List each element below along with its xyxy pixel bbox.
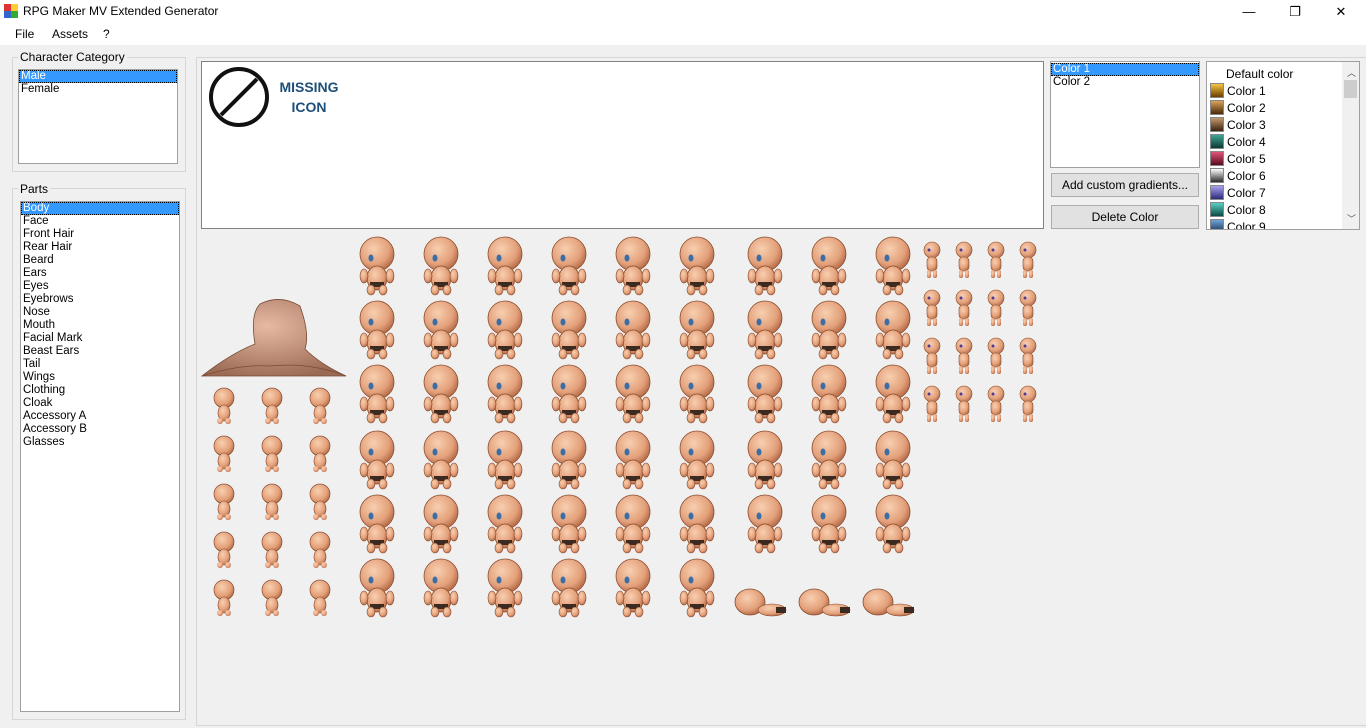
sprite-sheet-area [200, 236, 1037, 618]
character-category-title: Character Category [18, 50, 127, 64]
icon-preview-panel: MISSING ICON [201, 61, 1044, 229]
palette-list[interactable]: Default color Color 1 Color 2 Color 3 Color… [1206, 61, 1360, 230]
parts-item[interactable]: Accessory A [21, 410, 179, 423]
color-swatch [1210, 134, 1224, 149]
close-button[interactable]: ✕ [1318, 0, 1364, 23]
palette-color-item[interactable]: Color 3 [1207, 116, 1343, 133]
category-item[interactable]: Male [19, 70, 177, 83]
menu-bar: File Assets ? [0, 23, 1366, 45]
parts-item[interactable]: Tail [21, 358, 179, 371]
restore-icon: ❐ [1289, 3, 1301, 19]
palette-default-item[interactable]: Default color [1207, 65, 1343, 82]
scroll-up-icon[interactable]: ︿ [1347, 66, 1356, 79]
palette-color-label: Color 5 [1227, 151, 1266, 166]
parts-item[interactable]: Ears [21, 267, 179, 280]
palette-color-item[interactable]: Color 8 [1207, 201, 1343, 218]
delete-color-button[interactable]: Delete Color [1051, 205, 1199, 229]
parts-item[interactable]: Clothing [21, 384, 179, 397]
battler-sprite-sheet [359, 236, 915, 618]
parts-item[interactable]: Mouth [21, 319, 179, 332]
palette-color-label: Color 7 [1227, 185, 1266, 200]
parts-item[interactable]: Eyebrows [21, 293, 179, 306]
palette-color-label: Color 8 [1227, 202, 1266, 217]
missing-line-1: MISSING [279, 79, 339, 95]
palette-scrollbar[interactable]: ︿ ﹀ [1342, 62, 1359, 229]
character-category-list[interactable]: Male Female [18, 69, 178, 164]
parts-item[interactable]: Rear Hair [21, 241, 179, 254]
minimize-icon: — [1242, 4, 1256, 19]
palette-color-label: Color 6 [1227, 168, 1266, 183]
palette-color-label: Color 2 [1227, 100, 1266, 115]
parts-list[interactable]: Body Face Front Hair Rear Hair Beard Ears Eyes… [20, 201, 180, 712]
parts-item[interactable]: Beard [21, 254, 179, 267]
color-swatch [1210, 151, 1224, 166]
color-swatch [1210, 219, 1224, 229]
parts-item[interactable]: Cloak [21, 397, 179, 410]
parts-item[interactable]: Facial Mark [21, 332, 179, 345]
title-bar: RPG Maker MV Extended Generator — ❐ ✕ [0, 0, 1366, 23]
face-sprite-sheet [213, 387, 331, 617]
palette-color-item[interactable]: Color 5 [1207, 150, 1343, 167]
missing-icon-text: MISSING ICON [274, 77, 344, 117]
palette-color-item[interactable]: Color 9 [1207, 218, 1343, 230]
menu-assets-label: Assets [52, 27, 89, 41]
window-title: RPG Maker MV Extended Generator [23, 4, 219, 18]
scroll-down-icon[interactable]: ﹀ [1347, 212, 1356, 225]
menu-help-label: ? [103, 27, 110, 41]
color-swatch [1210, 185, 1224, 200]
app-icon [4, 4, 18, 18]
missing-icon [209, 67, 269, 127]
menu-help[interactable]: ? [103, 27, 110, 41]
category-item[interactable]: Female [19, 83, 177, 96]
parts-item[interactable]: Eyes [21, 280, 179, 293]
palette-default-label: Default color [1226, 66, 1294, 81]
restore-button[interactable]: ❐ [1272, 0, 1318, 23]
add-custom-gradients-label: Add custom gradients... [1061, 178, 1189, 192]
color-slot-item[interactable]: Color 2 [1051, 76, 1199, 89]
walk-sprite-sheet [923, 241, 1037, 422]
color-swatch [1210, 168, 1224, 183]
menu-file[interactable]: File [15, 27, 34, 41]
palette-color-item[interactable]: Color 2 [1207, 99, 1343, 116]
menu-assets[interactable]: Assets [52, 27, 88, 41]
parts-item[interactable]: Beast Ears [21, 345, 179, 358]
add-custom-gradients-button[interactable]: Add custom gradients... [1051, 173, 1199, 197]
color-swatch [1210, 83, 1224, 98]
palette-color-label: Color 9 [1227, 219, 1266, 230]
color-swatch [1210, 117, 1224, 132]
palette-color-item[interactable]: Color 1 [1207, 82, 1343, 99]
palette-color-label: Color 3 [1227, 117, 1266, 132]
palette-color-label: Color 4 [1227, 134, 1266, 149]
minimize-button[interactable]: — [1226, 0, 1272, 23]
missing-line-2: ICON [291, 99, 327, 115]
close-icon: ✕ [1335, 3, 1347, 19]
parts-item[interactable]: Front Hair [21, 228, 179, 241]
color-swatch [1210, 202, 1224, 217]
parts-title: Parts [18, 182, 51, 196]
color-slot-list[interactable]: Color 1 Color 2 [1050, 61, 1200, 168]
parts-item[interactable]: Face [21, 215, 179, 228]
menu-file-label: File [15, 27, 35, 41]
palette-color-item[interactable]: Color 6 [1207, 167, 1343, 184]
parts-item[interactable]: Accessory B [21, 423, 179, 436]
scroll-thumb[interactable] [1344, 80, 1357, 98]
bust-image [200, 299, 347, 377]
palette-color-label: Color 1 [1227, 83, 1266, 98]
palette-color-item[interactable]: Color 4 [1207, 133, 1343, 150]
parts-item[interactable]: Nose [21, 306, 179, 319]
color-swatch [1210, 100, 1224, 115]
parts-item[interactable]: Wings [21, 371, 179, 384]
color-slot-item[interactable]: Color 1 [1051, 63, 1199, 76]
parts-item[interactable]: Glasses [21, 436, 179, 449]
palette-color-item[interactable]: Color 7 [1207, 184, 1343, 201]
delete-color-label: Delete Color [1091, 210, 1159, 224]
parts-item[interactable]: Body [21, 202, 179, 215]
